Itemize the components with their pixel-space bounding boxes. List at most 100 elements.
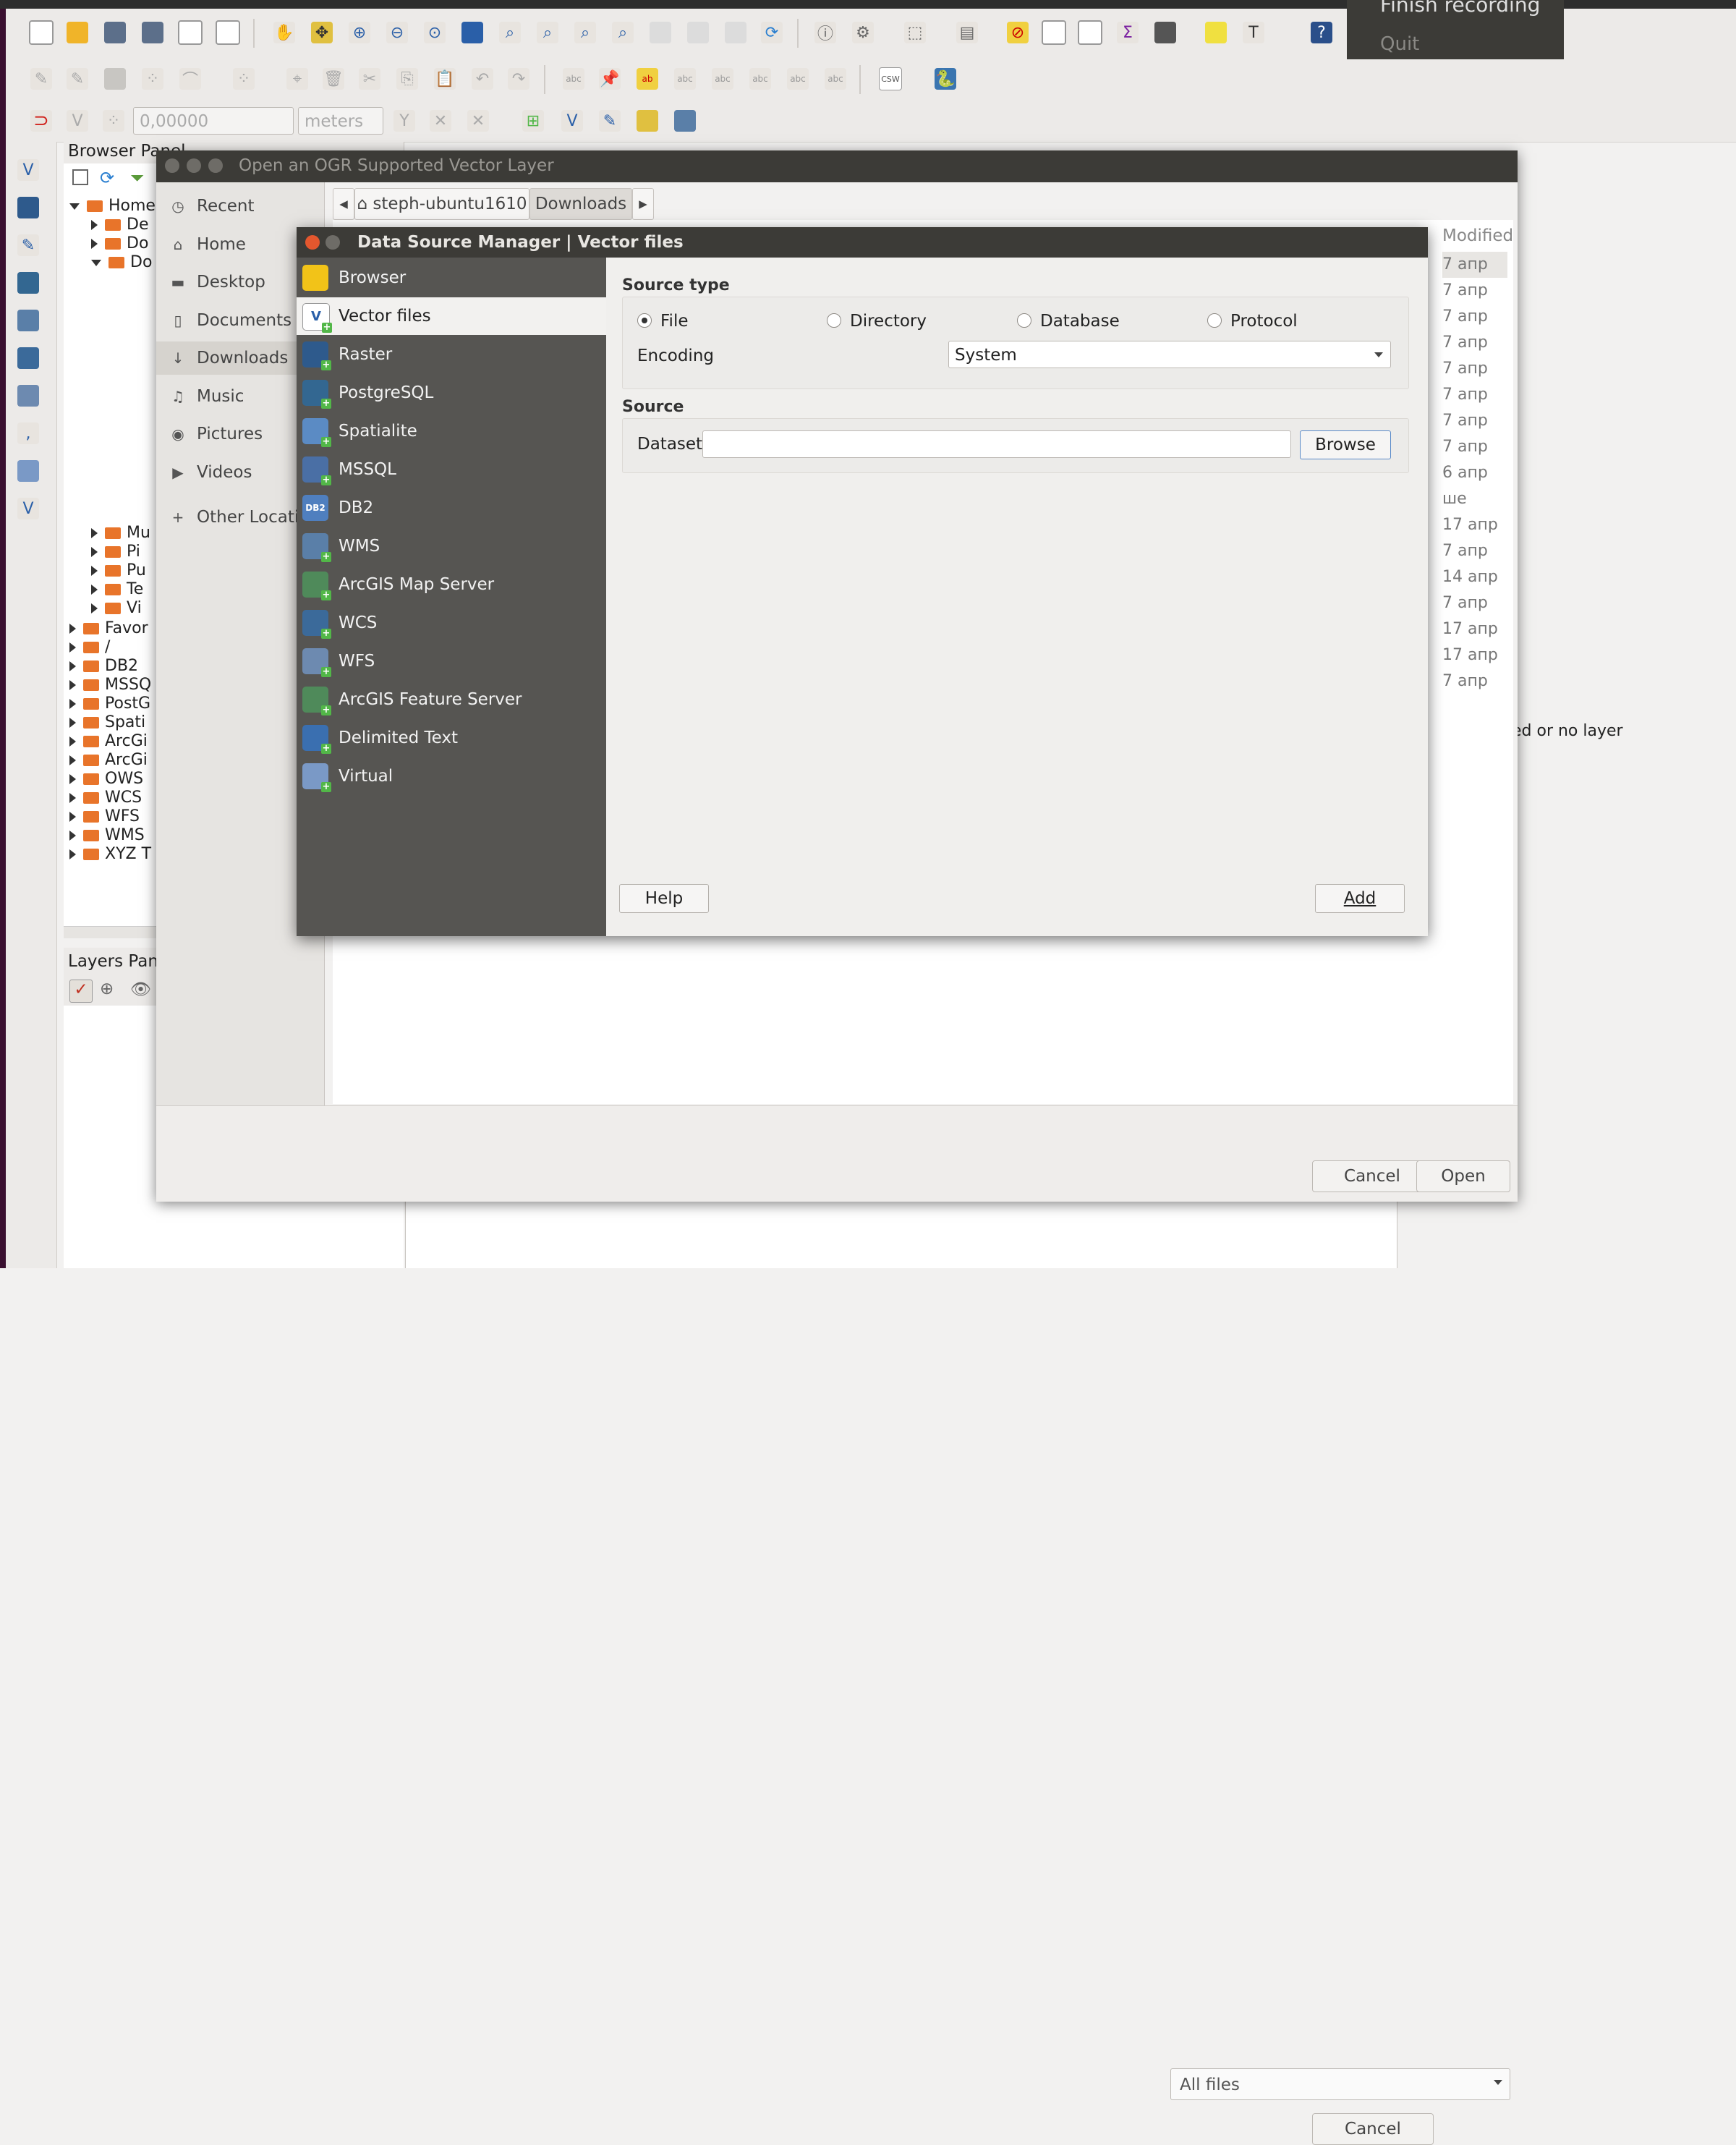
pan-hand-icon[interactable]: ✋ (271, 19, 298, 46)
modified-cell[interactable]: 7 апр (1442, 408, 1507, 434)
expand-arrow-icon[interactable] (69, 774, 76, 784)
new-bookmark-icon[interactable] (684, 19, 712, 46)
tree-item[interactable]: WFS (69, 807, 140, 826)
expand-arrow-icon[interactable] (69, 718, 76, 728)
dsm-item-virtual[interactable]: + Virtual (297, 757, 606, 795)
expand-arrow-icon[interactable] (69, 755, 76, 765)
undo-icon[interactable]: ↶ (469, 65, 496, 93)
add-wcs-icon[interactable] (14, 344, 42, 372)
text-annotation-icon[interactable]: T (1240, 19, 1267, 46)
modified-cell[interactable]: ше (1442, 486, 1507, 512)
new-vector-icon[interactable]: V (14, 495, 42, 522)
modified-cell[interactable]: 17 апр (1442, 642, 1507, 668)
toggle-editing-icon[interactable]: ✎ (64, 65, 91, 93)
delete-selected-icon[interactable]: 🗑 (320, 65, 347, 93)
measure-icon[interactable] (1152, 19, 1179, 46)
add-wms-icon[interactable] (634, 107, 661, 135)
manage-visibility-icon[interactable]: 👁 (130, 980, 151, 999)
modified-cell[interactable]: 7 апр (1442, 590, 1507, 616)
dataset-input[interactable] (702, 430, 1291, 458)
tree-item[interactable]: XYZ T (69, 845, 151, 864)
modified-cell[interactable]: 14 апр (1442, 564, 1507, 590)
attribute-table-icon[interactable] (1040, 19, 1068, 46)
expand-arrow-icon[interactable] (91, 239, 98, 249)
zoom-layer-icon[interactable]: ⌕ (534, 19, 561, 46)
statistics-sigma-icon[interactable]: Σ (1114, 19, 1141, 46)
refresh-icon[interactable]: ⟳ (758, 19, 786, 46)
zoom-full-icon[interactable] (459, 19, 486, 46)
save-project-icon[interactable] (101, 19, 129, 46)
tree-item[interactable]: Vi (91, 599, 142, 618)
expand-arrow-icon[interactable] (69, 831, 76, 841)
add-vector-layer-icon[interactable]: V (558, 107, 586, 135)
minimize-icon[interactable] (187, 158, 201, 173)
path-forward-icon[interactable]: ▸ (632, 188, 654, 220)
dsm-item-raster[interactable]: + Raster (297, 336, 606, 373)
tree-item[interactable]: De (91, 216, 148, 234)
snap-intersection-icon[interactable]: ✕ (427, 107, 454, 135)
open-button[interactable]: Open (1416, 1160, 1510, 1192)
refresh-icon[interactable]: ⟳ (100, 168, 114, 188)
expand-arrow-down-icon[interactable] (91, 259, 101, 266)
highlight-labels-icon[interactable]: ab (634, 65, 661, 93)
dsm-item-arcgis-map-server[interactable]: + ArcGIS Map Server (297, 566, 606, 603)
dsm-item-vector-files[interactable]: V + Vector files (297, 297, 606, 335)
maximize-icon[interactable] (208, 158, 223, 173)
pan-to-selection-icon[interactable]: ✥ (308, 19, 336, 46)
tree-item[interactable]: Te (91, 580, 143, 599)
add-circular-string-icon[interactable]: ⌒ (176, 65, 204, 93)
add-postgis-icon[interactable] (14, 269, 42, 297)
modified-cell[interactable]: 7 апр (1442, 356, 1507, 382)
path-home-button[interactable]: ⌂ steph-ubuntu1610 (354, 188, 529, 220)
tree-item[interactable]: ArcGi (69, 751, 148, 770)
modified-cell[interactable]: 7 апр (1442, 278, 1507, 304)
field-calculator-icon[interactable] (1076, 19, 1104, 46)
radio-file[interactable]: File (637, 312, 689, 331)
style-manager-icon[interactable]: ✓ (69, 980, 93, 1003)
modified-cell[interactable]: 7 апр (1442, 538, 1507, 564)
expand-arrow-icon[interactable] (69, 793, 76, 803)
snap-units-select[interactable]: meters (298, 107, 383, 135)
show-hide-labels-icon[interactable]: abc (709, 65, 736, 93)
file-filter-select[interactable]: All files (1170, 2068, 1510, 2100)
tree-item[interactable]: OWS (69, 770, 143, 789)
new-project-icon[interactable] (27, 19, 55, 46)
close-icon[interactable] (305, 235, 320, 250)
current-edits-icon[interactable]: ✎ (27, 65, 55, 93)
expand-arrow-icon[interactable] (69, 849, 76, 859)
rotate-label-icon[interactable]: abc (746, 65, 774, 93)
zoom-last-icon[interactable]: ⌕ (571, 19, 599, 46)
add-vector-icon[interactable]: V (14, 156, 42, 184)
add-button[interactable]: Add (1315, 884, 1405, 913)
modified-cell[interactable]: 7 апр (1442, 304, 1507, 330)
tree-item[interactable]: Do (91, 253, 152, 272)
label-tool-icon[interactable]: abc (560, 65, 587, 93)
dsm-item-spatialite[interactable]: + Spatialite (297, 412, 606, 450)
add-feature-icon[interactable]: ⁘ (139, 65, 166, 93)
node-tool-icon[interactable]: ⌖ (284, 65, 311, 93)
modified-cell[interactable]: 7 апр (1442, 330, 1507, 356)
expand-arrow-icon[interactable] (69, 624, 76, 634)
avoid-overlap-icon[interactable]: ✕ (464, 107, 492, 135)
dsm-item-browser[interactable]: Browser (297, 259, 606, 297)
zoom-native-icon[interactable]: ⊙ (421, 19, 448, 46)
modified-column-header[interactable]: Modified (1432, 223, 1523, 249)
move-label-icon[interactable]: abc (671, 65, 699, 93)
tree-item[interactable]: Home (69, 197, 156, 216)
show-bookmarks-icon[interactable] (722, 19, 749, 46)
add-wfs-icon[interactable] (14, 382, 42, 409)
tree-item[interactable]: / (69, 638, 110, 657)
browser-scrollbar[interactable] (64, 926, 158, 938)
topological-editing-icon[interactable]: Y (391, 107, 418, 135)
expand-arrow-icon[interactable] (69, 736, 76, 747)
add-raster-icon[interactable] (14, 194, 42, 221)
zoom-in-icon[interactable]: ⊕ (346, 19, 373, 46)
modified-cell[interactable]: 7 апр (1442, 252, 1507, 278)
add-virtual-icon[interactable] (671, 107, 699, 135)
tree-item[interactable]: Pi (91, 543, 140, 561)
filter-icon[interactable]: ⏷ (130, 168, 144, 188)
deselect-icon[interactable]: ⊘ (1004, 19, 1031, 46)
help-icon[interactable]: ? (1308, 19, 1335, 46)
quit-item[interactable]: Quit (1380, 33, 1419, 55)
tree-item[interactable]: Spati (69, 713, 145, 732)
